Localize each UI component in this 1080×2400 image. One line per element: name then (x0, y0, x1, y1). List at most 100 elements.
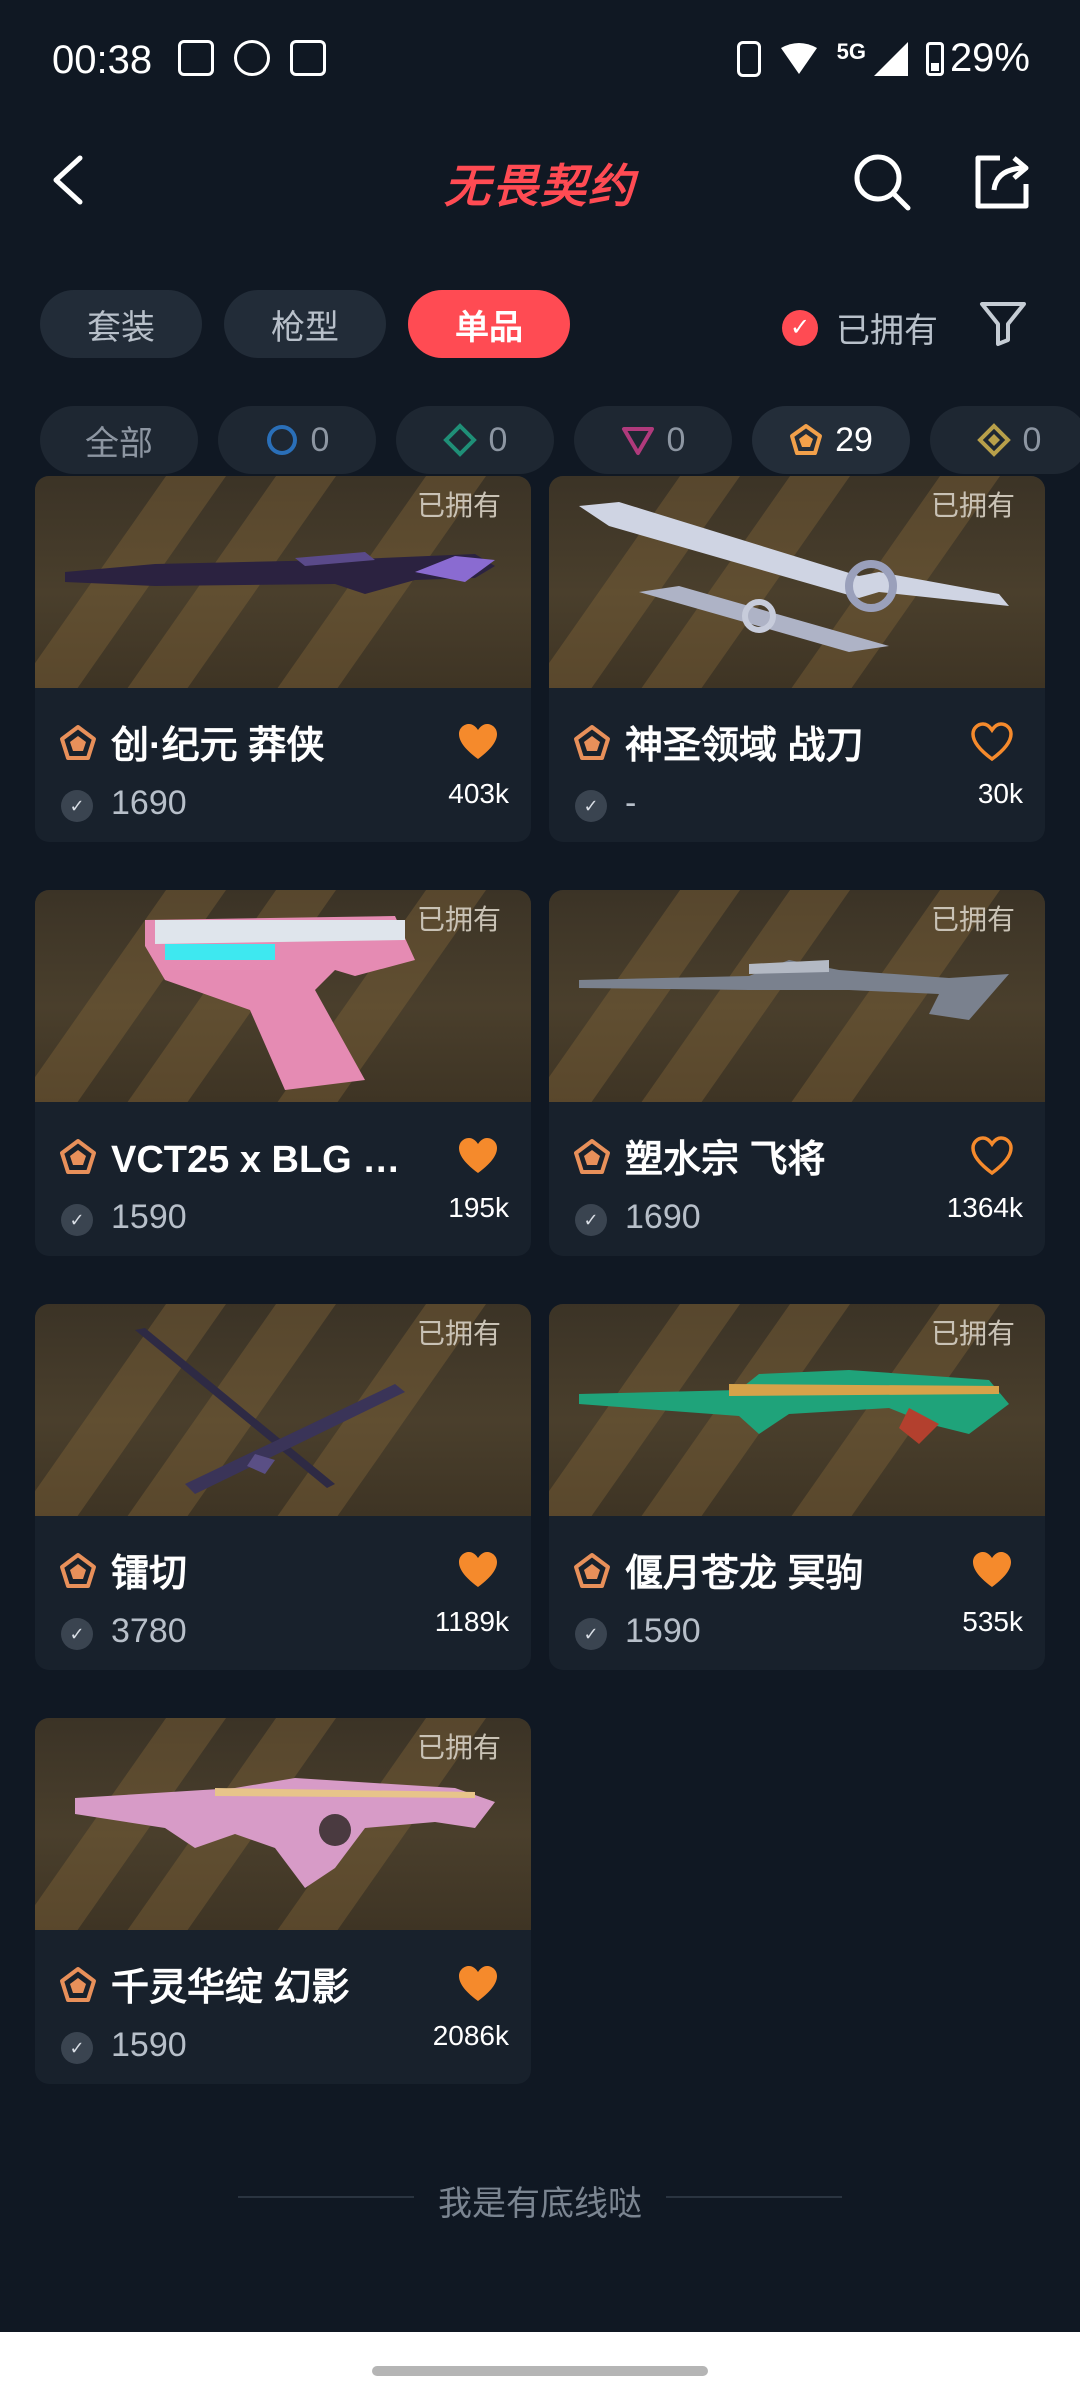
item-card[interactable]: 已拥有 VCT25 x BLG 标志 幻影 ✓ 1590 195k (35, 890, 531, 1256)
vp-currency-icon: ✓ (61, 1204, 93, 1236)
chip-deluxe-tier[interactable]: 0 (396, 406, 554, 474)
item-price: - (625, 784, 637, 822)
phone-sync-icon (290, 40, 326, 76)
item-info: 千灵华绽 幻影 ✓ 1590 2086k (35, 1930, 531, 2084)
item-card[interactable]: 已拥有 千灵华绽 幻影 ✓ 1590 2086k (35, 1718, 531, 2084)
item-likes: 195k (448, 1192, 509, 1223)
item-image: 已拥有 (35, 476, 531, 688)
battery-level: 29% (949, 36, 1030, 80)
exclusive-tier-icon (60, 725, 96, 760)
item-card[interactable]: 已拥有 镭切 ✓ 3780 1189k (35, 1304, 531, 1670)
vp-currency-icon: ✓ (61, 1618, 93, 1650)
chip-ultra-tier[interactable]: 0 (930, 406, 1080, 474)
tab-gun-types[interactable]: 枪型 (224, 290, 386, 358)
owned-badge: 已拥有 (930, 490, 1015, 521)
status-bar: 00:38 5G 29% (0, 0, 1080, 120)
vp-currency-icon: ✓ (575, 790, 607, 822)
item-image: 已拥有 (35, 1304, 531, 1516)
home-handle[interactable] (372, 2366, 708, 2376)
item-price: 1590 (111, 2026, 187, 2064)
item-price: 1590 (111, 1198, 187, 1236)
item-name: 偃月苍龙 冥驹 (625, 1553, 864, 1595)
item-price: 1590 (625, 1612, 701, 1650)
item-price: 3780 (111, 1612, 187, 1650)
deluxe-tier-icon (442, 423, 477, 457)
item-name: 塑水宗 飞将 (625, 1139, 826, 1181)
item-card[interactable]: 已拥有 偃月苍龙 冥驹 ✓ 1590 535k (549, 1304, 1045, 1670)
filter-icon[interactable] (978, 298, 1028, 348)
gesture-nav-bar (0, 2332, 1080, 2400)
check-icon: ✓ (782, 309, 818, 346)
wechat-icon (234, 40, 270, 76)
nfc-icon (736, 40, 761, 77)
category-tabs: 套装 枪型 单品 (40, 290, 570, 358)
end-of-list-text: 我是有底线哒 (438, 2185, 642, 2223)
tab-single-items[interactable]: 单品 (408, 290, 570, 358)
owned-badge: 已拥有 (930, 1318, 1015, 1349)
item-name: 神圣领域 战刀 (625, 725, 864, 767)
premium-tier-icon (621, 427, 654, 455)
vp-currency-icon: ✓ (61, 2032, 93, 2064)
item-likes: 1189k (434, 1606, 509, 1637)
chip-all[interactable]: 全部 (40, 406, 198, 474)
owned-badge: 已拥有 (930, 904, 1015, 935)
heart-icon[interactable] (457, 1550, 499, 1590)
signal-icon (873, 41, 908, 76)
item-info: 塑水宗 飞将 ✓ 1690 1364k (549, 1102, 1045, 1256)
notification-icons (178, 40, 326, 76)
exclusive-tier-icon (60, 1553, 96, 1588)
tab-suits[interactable]: 套装 (40, 290, 202, 358)
exclusive-tier-icon (574, 1139, 610, 1174)
app-title: 无畏契约 (444, 160, 636, 212)
message-icon (178, 40, 214, 76)
item-name: 创·纪元 莽侠 (111, 725, 325, 767)
heart-icon[interactable] (457, 1136, 499, 1176)
item-card[interactable]: 已拥有 创·纪元 莽侠 ✓ 1690 403k (35, 476, 531, 842)
item-image: 已拥有 (35, 890, 531, 1102)
item-card[interactable]: 已拥有 神圣领域 战刀 ✓ - 30k (549, 476, 1045, 842)
ultra-tier-icon (976, 423, 1011, 457)
exclusive-tier-icon (60, 1967, 96, 2002)
owned-filter-label: 已拥有 (836, 312, 938, 350)
chip-premium-tier[interactable]: 0 (574, 406, 732, 474)
item-image: 已拥有 (549, 1304, 1045, 1516)
item-info: 偃月苍龙 冥驹 ✓ 1590 535k (549, 1516, 1045, 1670)
heart-icon[interactable] (457, 722, 499, 762)
network-type: 5G (836, 38, 866, 64)
select-tier-icon (266, 425, 297, 455)
heart-icon[interactable] (971, 1550, 1013, 1590)
item-name: 镭切 (111, 1553, 188, 1595)
item-price: 1690 (625, 1198, 701, 1236)
heart-outline-icon[interactable] (971, 1136, 1013, 1176)
item-card[interactable]: 已拥有 塑水宗 飞将 ✓ 1690 1364k (549, 890, 1045, 1256)
owned-badge: 已拥有 (416, 1318, 501, 1349)
chip-count: 0 (488, 420, 508, 459)
item-info: 镭切 ✓ 3780 1189k (35, 1516, 531, 1670)
item-image: 已拥有 (549, 890, 1045, 1102)
item-likes: 403k (448, 778, 509, 809)
owned-filter-toggle[interactable]: ✓ 已拥有 (782, 303, 938, 352)
status-time: 00:38 (52, 38, 153, 82)
item-image: 已拥有 (35, 1718, 531, 1930)
heart-outline-icon[interactable] (971, 722, 1013, 762)
app-header: 无畏契约 (0, 120, 1080, 240)
chip-all-label: 全部 (85, 424, 153, 463)
share-icon[interactable] (970, 150, 1034, 214)
chip-exclusive-tier[interactable]: 29 (752, 406, 910, 474)
wifi-icon (780, 42, 817, 74)
item-likes: 1364k (946, 1192, 1023, 1223)
exclusive-tier-icon (574, 1553, 610, 1588)
item-likes: 30k (977, 778, 1023, 809)
owned-badge: 已拥有 (416, 904, 501, 935)
chip-select-tier[interactable]: 0 (218, 406, 376, 474)
item-likes: 535k (962, 1606, 1023, 1637)
vp-currency-icon: ✓ (61, 790, 93, 822)
item-name: 千灵华绽 幻影 (111, 1967, 350, 2009)
exclusive-tier-icon (574, 725, 610, 760)
search-icon[interactable] (850, 150, 914, 214)
chip-count: 0 (666, 420, 686, 459)
item-image: 已拥有 (549, 476, 1045, 688)
exclusive-tier-icon (790, 424, 823, 455)
item-name: VCT25 x BLG 标志 幻影 (111, 1139, 431, 1181)
heart-icon[interactable] (457, 1964, 499, 2004)
